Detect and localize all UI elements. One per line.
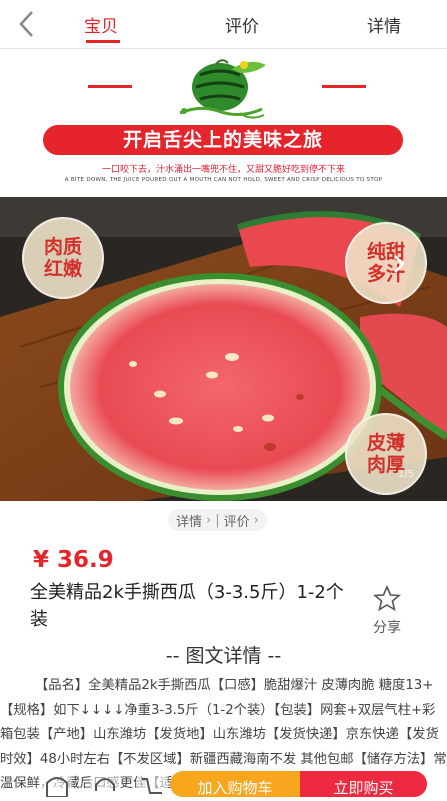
top-nav-bar: 宝贝 评价 详情: [0, 0, 447, 49]
store-icon[interactable]: [42, 773, 72, 798]
decor-line-left: [88, 85, 132, 88]
tab-reviews[interactable]: 评价: [225, 12, 259, 37]
feature-badge-thin-skin: 皮薄 肉厚: [345, 413, 427, 495]
badge-text: 皮薄: [366, 432, 405, 454]
feature-badge-sweet: 纯甜 多汁: [345, 222, 427, 304]
next-image-chevron-icon[interactable]: [388, 253, 410, 275]
section-heading: -- 图文详情 --: [0, 639, 447, 673]
buy-now-button[interactable]: 立即购买: [300, 771, 427, 797]
badge-text: 肉质: [43, 236, 82, 258]
star-outline-icon: [372, 585, 402, 612]
banner-subtitle-en: A BITE DOWN, THE JUICE POURED OUT A MOUT…: [64, 177, 383, 183]
image-counter: 1/5: [398, 469, 415, 480]
product-info: 详情 › | 评价 › ¥ 36.9 全美精品2k手撕西瓜（3-3.5斤）1-2…: [0, 501, 447, 639]
chevron-right-icon: ›: [253, 512, 259, 528]
back-arrow-icon[interactable]: [10, 6, 44, 42]
separator: |: [215, 512, 220, 528]
banner-title: 开启舌尖上的美味之旅: [43, 125, 403, 155]
product-title: 全美精品2k手撕西瓜（3-3.5斤）1-2个装: [30, 582, 344, 630]
bottom-action-bar: 加入购物车 立即购买: [0, 771, 447, 798]
promo-banner: 开启舌尖上的美味之旅 一口咬下去，汁水涌出一嘴兜不住，又甜又脆好吃到停不下来 A…: [0, 49, 447, 197]
add-to-cart-button[interactable]: 加入购物车: [170, 771, 300, 797]
tab-details[interactable]: 详情: [367, 12, 401, 37]
decor-line-right: [322, 85, 366, 88]
customer-service-icon[interactable]: [90, 773, 120, 797]
banner-subtitle: 一口咬下去，汁水涌出一嘴兜不住，又甜又脆好吃到停不下来: [101, 165, 345, 175]
tab-product[interactable]: 宝贝: [84, 12, 118, 37]
details-link[interactable]: 详情: [176, 511, 202, 530]
cart-icon[interactable]: [138, 773, 168, 797]
chevron-right-icon: ›: [206, 512, 212, 528]
detail-review-links: 详情 › | 评价 ›: [168, 509, 267, 531]
feature-badge-tender: 肉质 红嫩: [22, 217, 104, 299]
watermelon-photo: 肉质 红嫩 纯甜 多汁 皮薄 肉厚 1/5: [0, 197, 447, 501]
badge-text: 红嫩: [43, 258, 82, 280]
reviews-link[interactable]: 评价: [224, 511, 250, 530]
product-image-carousel[interactable]: 开启舌尖上的美味之旅 一口咬下去，汁水涌出一嘴兜不住，又甜又脆好吃到停不下来 A…: [0, 49, 447, 501]
product-price: ¥ 36.9: [33, 547, 114, 573]
share-label: 分享: [373, 620, 401, 636]
watermelon-logo-icon: [179, 59, 266, 119]
share-button[interactable]: 分享: [364, 585, 410, 637]
active-tab-indicator: [86, 40, 120, 43]
